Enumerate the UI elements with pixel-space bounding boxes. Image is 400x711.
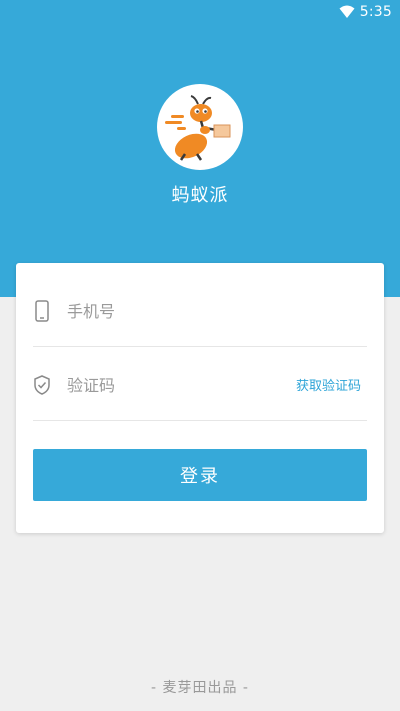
- phone-input[interactable]: [67, 295, 287, 327]
- status-time: 5:35: [359, 4, 392, 20]
- ant-logo-icon: [165, 95, 231, 161]
- status-bar: 5:35: [0, 0, 400, 24]
- app-logo: [157, 84, 243, 170]
- shield-icon: [33, 374, 51, 396]
- login-button[interactable]: 登录: [33, 449, 367, 501]
- wifi-icon: [339, 5, 355, 19]
- login-screen: 5:35 蚂蚁派 手机号 验证码 获取验证码 登录 - 麦芽田出品 -: [0, 0, 400, 711]
- phone-row: [33, 273, 367, 347]
- code-row: 获取验证码: [33, 347, 367, 421]
- get-code-button[interactable]: 获取验证码: [296, 375, 361, 394]
- app-name: 蚂蚁派: [171, 185, 229, 206]
- login-card: 获取验证码 登录: [16, 263, 384, 533]
- phone-icon: [33, 300, 51, 322]
- code-input[interactable]: [67, 369, 287, 401]
- footer-credit: - 麦芽田出品 -: [150, 680, 249, 696]
